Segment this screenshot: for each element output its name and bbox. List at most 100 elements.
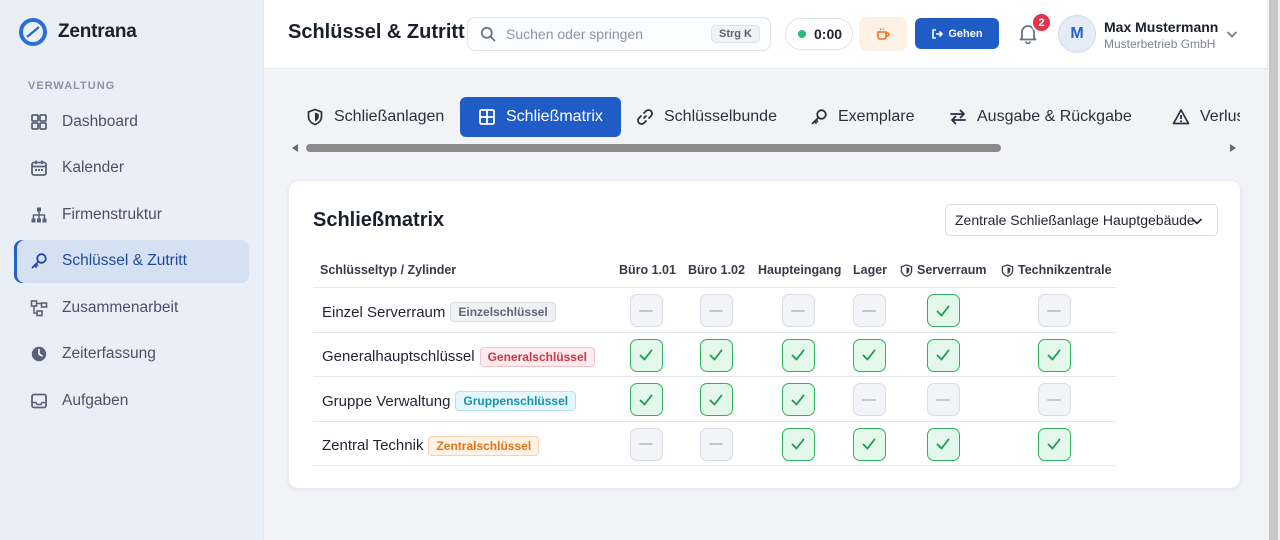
sidebar-item-zeiterfassung[interactable]: Zeiterfassung	[14, 333, 249, 376]
access-granted-cell[interactable]	[629, 383, 663, 416]
user-organization: Musterbetrieb GmbH	[1104, 37, 1216, 51]
access-granted-cell[interactable]	[1037, 427, 1071, 461]
access-denied-cell[interactable]	[1037, 383, 1071, 416]
access-granted-cell[interactable]	[781, 338, 815, 372]
time-tracker[interactable]: 0:00	[785, 18, 853, 50]
key-type-label: Gruppe Verwaltung	[322, 392, 451, 410]
access-granted-cell[interactable]	[926, 338, 960, 372]
key-category-badge: Gruppenschlüssel	[455, 391, 577, 411]
sidebar-nav: Dashboard Kalender Firmenstruktur Schlüs…	[14, 100, 249, 426]
sidebar-section-label: VERWALTUNG	[28, 80, 116, 92]
tab-ausgabe-rueckgabe[interactable]: Ausgabe & Rückgabe	[931, 97, 1150, 137]
tab-exemplare[interactable]: Exemplare	[792, 97, 932, 137]
access-denied-cell[interactable]	[629, 294, 663, 327]
access-denied-cell[interactable]	[699, 294, 733, 327]
chevron-down-icon[interactable]	[1225, 27, 1239, 41]
check-icon	[709, 349, 723, 361]
search-input[interactable]: Suchen oder springen Strg K	[467, 17, 771, 51]
access-denied-cell[interactable]	[699, 427, 733, 461]
grid-icon	[30, 113, 48, 131]
sidebar-item-dashboard[interactable]: Dashboard	[14, 100, 249, 143]
shield-icon	[307, 108, 323, 126]
sidebar-item-schluessel-zutritt[interactable]: Schlüssel & Zutritt	[14, 239, 249, 283]
access-granted-cell[interactable]	[926, 427, 960, 461]
key-type-name: Einzel Serverraum Einzelschlüssel	[322, 302, 556, 322]
access-granted-cell[interactable]	[699, 338, 733, 372]
calendar-icon	[30, 159, 48, 177]
collaboration-icon	[30, 299, 48, 317]
tab-label: Exemplare	[838, 108, 915, 125]
access-granted-cell[interactable]	[1037, 338, 1071, 372]
access-granted-cell[interactable]	[781, 383, 815, 416]
search-icon	[480, 26, 496, 42]
matrix-row: Gruppe Verwaltung Gruppenschlüssel	[313, 377, 1116, 422]
page-scrollbar-thumb[interactable]	[1269, 0, 1278, 540]
search-shortcut: Strg K	[711, 25, 760, 43]
check-icon	[862, 438, 876, 450]
card-title: Schließmatrix	[313, 209, 445, 231]
dash-icon	[936, 398, 950, 401]
access-granted-cell[interactable]	[699, 383, 733, 416]
access-denied-cell[interactable]	[852, 383, 886, 416]
sidebar-item-kalender[interactable]: Kalender	[14, 147, 249, 190]
table-icon	[479, 109, 495, 125]
column-header: Lager	[853, 263, 888, 277]
sidebar: Zentrana VERWALTUNG Dashboard Kalender F…	[0, 0, 264, 540]
chevron-down-icon	[1191, 218, 1203, 225]
access-granted-cell[interactable]	[781, 427, 815, 461]
sidebar-item-label: Schlüssel & Zutritt	[62, 252, 187, 269]
check-icon	[1047, 438, 1061, 450]
check-icon	[791, 438, 805, 450]
timer-value: 0:00	[814, 26, 843, 42]
access-denied-cell[interactable]	[926, 383, 960, 416]
tab-label: Verlust	[1200, 108, 1240, 125]
org-chart-icon	[30, 206, 48, 224]
app-logo[interactable]: Zentrana	[18, 17, 137, 47]
page-title: Schlüssel & Zutritt	[288, 21, 465, 43]
access-denied-cell[interactable]	[629, 427, 663, 461]
column-header: Büro 1.01	[619, 263, 676, 277]
sidebar-item-label: Zusammenarbeit	[62, 298, 179, 316]
sidebar-item-label: Firmenstruktur	[62, 205, 162, 223]
select-value: Zentrale Schließanlage Hauptgebäude	[955, 212, 1195, 228]
tab-schliessmatrix[interactable]: Schließmatrix	[460, 97, 621, 137]
check-icon	[791, 349, 805, 361]
warning-icon	[1172, 109, 1190, 125]
tab-label: Ausgabe & Rückgabe	[977, 108, 1132, 125]
search-placeholder: Suchen oder springen	[506, 26, 643, 42]
sidebar-item-zusammenarbeit[interactable]: Zusammenarbeit	[14, 286, 249, 329]
access-granted-cell[interactable]	[926, 294, 960, 327]
sidebar-item-aufgaben[interactable]: Aufgaben	[14, 379, 249, 422]
key-icon	[30, 252, 48, 270]
matrix-row: Einzel Serverraum Einzelschlüssel	[313, 288, 1116, 333]
scroll-left-icon[interactable]	[292, 144, 298, 152]
key-type-label: Einzel Serverraum	[322, 303, 446, 321]
tab-scrollbar-thumb[interactable]	[306, 144, 1001, 152]
access-denied-cell[interactable]	[781, 294, 815, 327]
user-name[interactable]: Max Mustermann	[1104, 19, 1218, 35]
column-header: Büro 1.02	[688, 263, 745, 277]
tab-label: Schließanlagen	[334, 108, 445, 125]
avatar[interactable]: M	[1058, 15, 1096, 53]
lock-matrix: Schlüsseltyp / Zylinder Büro 1.01 Büro 1…	[313, 251, 1116, 466]
locking-system-select[interactable]: Zentrale Schließanlage Hauptgebäude	[945, 204, 1218, 236]
dash-icon	[1047, 398, 1061, 401]
check-icon	[1047, 349, 1061, 361]
clock-out-button[interactable]: Gehen	[915, 18, 999, 49]
page-scrollbar[interactable]	[1267, 0, 1280, 540]
tab-scrollbar[interactable]	[288, 141, 1240, 155]
access-granted-cell[interactable]	[629, 338, 663, 372]
sidebar-item-firmenstruktur[interactable]: Firmenstruktur	[14, 193, 249, 236]
clock-out-label: Gehen	[948, 27, 983, 40]
column-header: Technikzentrale	[1001, 263, 1112, 277]
tab-schliessanlagen[interactable]: Schließanlagen	[288, 97, 462, 137]
access-granted-cell[interactable]	[852, 427, 886, 461]
scroll-right-icon[interactable]	[1230, 144, 1236, 152]
tab-schluesselbunde[interactable]: Schlüsselbunde	[618, 97, 795, 137]
access-granted-cell[interactable]	[852, 338, 886, 372]
tab-verlust[interactable]: Verlust	[1154, 97, 1240, 137]
shield-icon	[900, 263, 913, 277]
access-denied-cell[interactable]	[1037, 294, 1071, 327]
access-denied-cell[interactable]	[852, 294, 886, 327]
break-button[interactable]	[859, 17, 907, 51]
